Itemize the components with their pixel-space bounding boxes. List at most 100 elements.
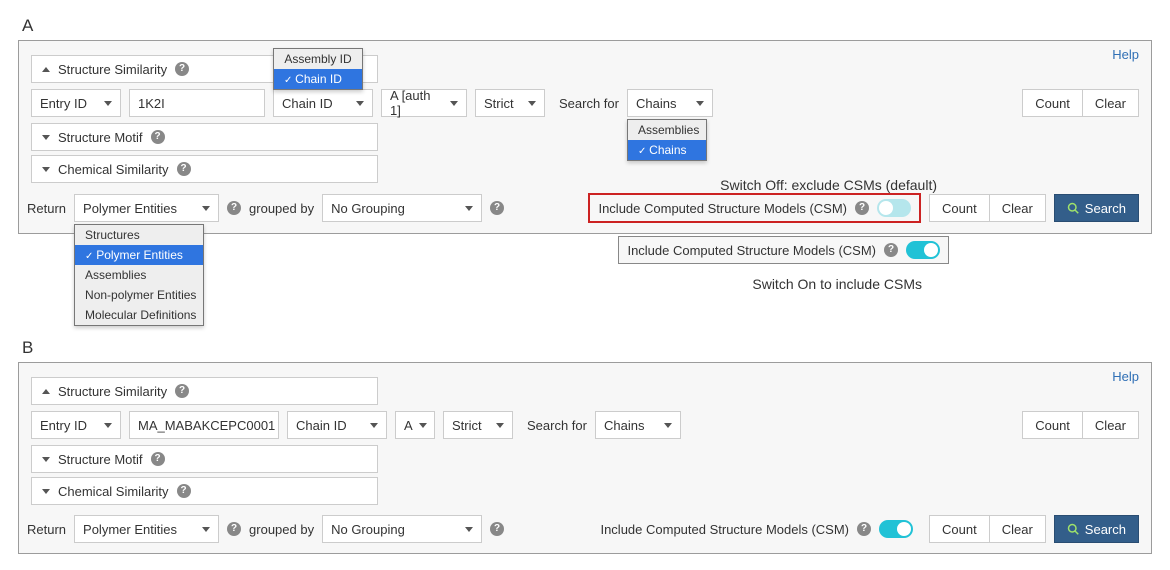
strict-select[interactable]: Strict: [475, 89, 545, 117]
help-icon[interactable]: ?: [855, 201, 869, 215]
chain-id-select[interactable]: Chain ID: [287, 411, 387, 439]
caret-down-icon: [42, 135, 50, 140]
searchfor-dropdown[interactable]: Assemblies Chains: [627, 119, 707, 161]
clear-button[interactable]: Clear: [989, 194, 1046, 222]
csm-label: Include Computed Structure Models (CSM): [627, 243, 876, 258]
strict-label: Strict: [484, 96, 514, 111]
dropdown-option-assemblies[interactable]: Assemblies: [75, 265, 203, 285]
similarity-form-row: Entry ID 1K2I Chain ID Assembly ID Chain…: [31, 89, 1139, 117]
accordion-label: Structure Motif: [58, 130, 143, 145]
chevron-down-icon: [419, 423, 427, 428]
similarity-form-row: Entry ID MA_MABAKCEPC0001 Chain ID A Str…: [31, 411, 1139, 439]
return-select[interactable]: Polymer Entities: [74, 194, 219, 222]
help-icon[interactable]: ?: [490, 201, 504, 215]
help-icon[interactable]: ?: [177, 484, 191, 498]
csm-toggle[interactable]: [879, 520, 913, 538]
dropdown-option-assemblies[interactable]: Assemblies: [628, 120, 706, 140]
entry-id-input[interactable]: 1K2I: [129, 89, 265, 117]
accordion-structure-motif[interactable]: Structure Motif ?: [31, 445, 378, 473]
help-icon[interactable]: ?: [151, 130, 165, 144]
search-for-select[interactable]: Chains: [595, 411, 681, 439]
chain-id-label: Chain ID: [282, 96, 333, 111]
return-row: Return Polymer Entities ? grouped by No …: [31, 515, 1139, 543]
count-button[interactable]: Count: [929, 515, 989, 543]
dropdown-option-chain-id[interactable]: Chain ID: [274, 69, 362, 89]
help-icon[interactable]: ?: [177, 162, 191, 176]
return-value: Polymer Entities: [83, 201, 177, 216]
csm-toggle-on[interactable]: [906, 241, 940, 259]
help-icon[interactable]: ?: [175, 62, 189, 76]
figure-label-b: B: [22, 338, 1152, 358]
clear-button[interactable]: Clear: [1082, 89, 1139, 117]
accordion-chemical-similarity[interactable]: Chemical Similarity ?: [31, 155, 378, 183]
return-select[interactable]: Polymer Entities: [74, 515, 219, 543]
csm-toggle-box-on: Include Computed Structure Models (CSM) …: [618, 236, 949, 264]
grouping-select[interactable]: No Grouping: [322, 515, 482, 543]
chevron-down-icon: [528, 101, 536, 106]
help-icon[interactable]: ?: [175, 384, 189, 398]
chevron-down-icon: [496, 423, 504, 428]
clear-button[interactable]: Clear: [1082, 411, 1139, 439]
strict-label: Strict: [452, 418, 482, 433]
chain-id-select[interactable]: Chain ID: [273, 89, 373, 117]
dropdown-option-assembly-id[interactable]: Assembly ID: [274, 49, 362, 69]
count-button[interactable]: Count: [929, 194, 989, 222]
search-for-select[interactable]: Chains: [627, 89, 713, 117]
accordion-structure-motif[interactable]: Structure Motif ?: [31, 123, 378, 151]
csm-toggle-off[interactable]: [877, 199, 911, 217]
dropdown-option-chains[interactable]: Chains: [628, 140, 706, 160]
return-dropdown[interactable]: Structures Polymer Entities Assemblies N…: [74, 224, 204, 326]
entry-id-input[interactable]: MA_MABAKCEPC0001: [129, 411, 279, 439]
chevron-down-icon: [202, 527, 210, 532]
csm-label: Include Computed Structure Models (CSM): [598, 201, 847, 216]
chain-value: A [auth 1]: [390, 88, 444, 118]
search-label: Search: [1085, 201, 1126, 216]
chevron-down-icon: [696, 101, 704, 106]
dropdown-option-structures[interactable]: Structures: [75, 225, 203, 245]
search-icon: [1067, 523, 1079, 535]
entry-id-select[interactable]: Entry ID: [31, 411, 121, 439]
help-icon[interactable]: ?: [884, 243, 898, 257]
accordion-label: Chemical Similarity: [58, 484, 169, 499]
panel-b: Help Structure Similarity ? Entry ID MA_…: [18, 362, 1152, 554]
accordion-label: Chemical Similarity: [58, 162, 169, 177]
accordion-label: Structure Motif: [58, 452, 143, 467]
grouping-select[interactable]: No Grouping: [322, 194, 482, 222]
search-for-value: Chains: [604, 418, 644, 433]
chain-value: A: [404, 418, 413, 433]
grouping-value: No Grouping: [331, 522, 405, 537]
help-link[interactable]: Help: [1112, 47, 1139, 62]
strict-select[interactable]: Strict: [443, 411, 513, 439]
chain-id-label: Chain ID: [296, 418, 347, 433]
chevron-down-icon: [465, 206, 473, 211]
chain-value-select[interactable]: A [auth 1]: [381, 89, 467, 117]
dropdown-option-polymer-entities[interactable]: Polymer Entities: [75, 245, 203, 265]
count-button[interactable]: Count: [1022, 411, 1082, 439]
help-icon[interactable]: ?: [227, 201, 241, 215]
help-link[interactable]: Help: [1112, 369, 1139, 384]
return-value: Polymer Entities: [83, 522, 177, 537]
clear-button[interactable]: Clear: [989, 515, 1046, 543]
chainid-dropdown[interactable]: Assembly ID Chain ID: [273, 48, 363, 90]
annotation-switch-on: Switch On to include CSMs: [752, 276, 922, 292]
count-button[interactable]: Count: [1022, 89, 1082, 117]
search-button[interactable]: Search: [1054, 194, 1139, 222]
search-for-label: Search for: [559, 96, 619, 111]
accordion-structure-similarity[interactable]: Structure Similarity ?: [31, 377, 378, 405]
grouped-by-label: grouped by: [249, 201, 314, 216]
caret-down-icon: [42, 489, 50, 494]
caret-down-icon: [42, 167, 50, 172]
accordion-chemical-similarity[interactable]: Chemical Similarity ?: [31, 477, 378, 505]
entry-id-select[interactable]: Entry ID: [31, 89, 121, 117]
help-icon[interactable]: ?: [151, 452, 165, 466]
search-button[interactable]: Search: [1054, 515, 1139, 543]
accordion-label: Structure Similarity: [58, 384, 167, 399]
chevron-down-icon: [370, 423, 378, 428]
entry-id-label: Entry ID: [40, 418, 87, 433]
dropdown-option-nonpolymer[interactable]: Non-polymer Entities: [75, 285, 203, 305]
entry-id-value: 1K2I: [138, 96, 165, 111]
grouped-by-label: grouped by: [249, 522, 314, 537]
dropdown-option-molecular[interactable]: Molecular Definitions: [75, 305, 203, 325]
chain-value-select[interactable]: A: [395, 411, 435, 439]
search-for-label: Search for: [527, 418, 587, 433]
